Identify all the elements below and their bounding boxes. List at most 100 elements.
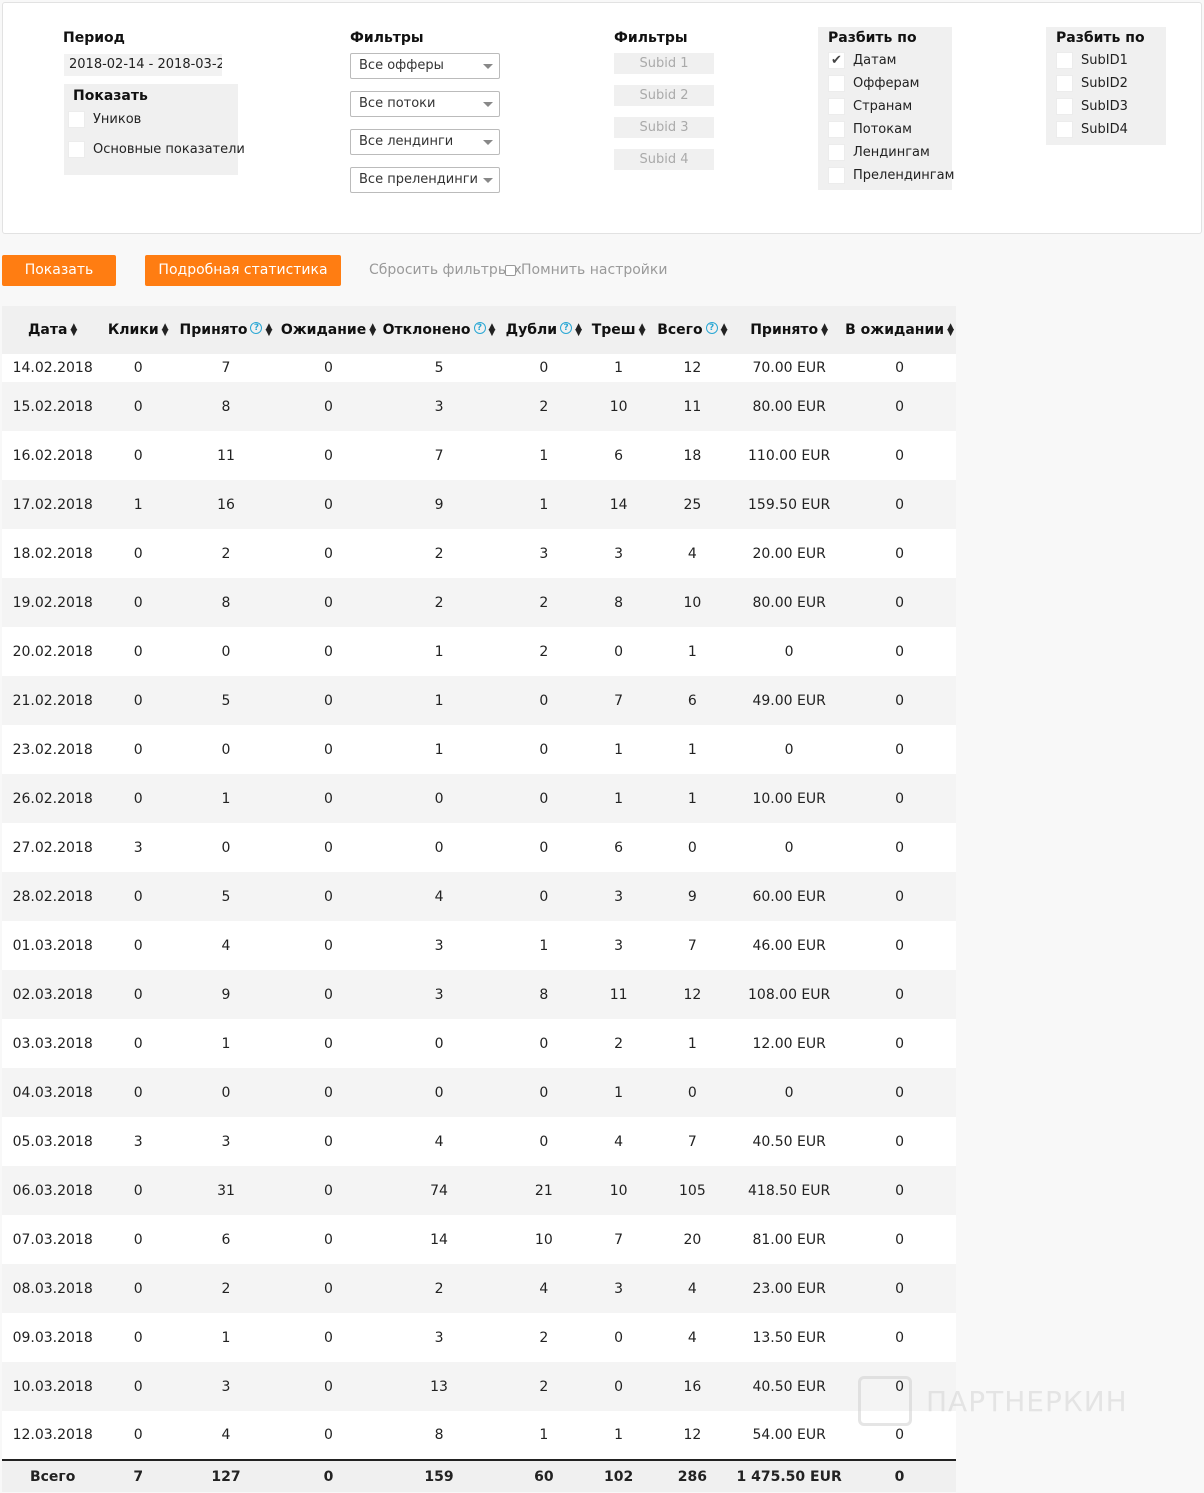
checkbox[interactable] [828, 98, 845, 115]
table-cell[interactable]: 0 [279, 1264, 378, 1313]
table-cell[interactable]: 1 [500, 480, 588, 529]
help-icon[interactable]: ? [250, 322, 263, 334]
header-rejected[interactable]: Отклонено? ▲ ▼ [378, 306, 500, 354]
table-cell[interactable]: 5 [173, 676, 279, 725]
header-trash[interactable]: Треш ▲ ▼ [587, 306, 650, 354]
table-cell[interactable]: 3 [500, 529, 588, 578]
table-cell[interactable]: 0 [279, 1166, 378, 1215]
table-cell[interactable]: 0 [500, 1019, 588, 1068]
split-by-subid1-option[interactable]: SubID1 [1056, 52, 1128, 69]
sort-icon[interactable]: ▲ ▼ [162, 323, 169, 338]
table-cell[interactable]: 0 [500, 774, 588, 823]
sort-icon[interactable]: ▲ ▼ [70, 323, 77, 338]
table-cell[interactable]: 0 [500, 725, 588, 774]
period-input[interactable]: 2018-02-14 - 2018-03-2 [64, 54, 222, 76]
checkbox[interactable] [828, 121, 845, 138]
help-icon[interactable]: ? [560, 322, 573, 334]
table-cell[interactable]: 1 [588, 1411, 650, 1460]
table-cell[interactable]: 1 [173, 1019, 279, 1068]
table-cell[interactable]: 9 [378, 480, 500, 529]
table-cell[interactable]: 7 [650, 921, 736, 970]
table-cell[interactable]: 0 [279, 354, 378, 382]
table-cell[interactable]: 0 [279, 921, 378, 970]
subid2-input[interactable]: Subid 2 [614, 85, 714, 106]
table-cell[interactable]: 0 [279, 774, 378, 823]
table-cell[interactable]: 7 [378, 431, 500, 480]
table-cell[interactable]: 1 [650, 1019, 736, 1068]
table-cell[interactable]: 105 [650, 1166, 736, 1215]
table-cell[interactable]: 1 [500, 431, 588, 480]
show-main-metrics-option[interactable]: Основные показатели [68, 141, 245, 158]
split-by-offers-option[interactable]: Офферам [828, 75, 920, 92]
table-cell[interactable]: 0 [500, 1117, 588, 1166]
table-cell[interactable]: 0 [279, 382, 378, 431]
table-cell[interactable]: 0 [279, 1362, 378, 1411]
table-cell[interactable]: 4 [173, 921, 279, 970]
table-cell[interactable]: 4 [500, 1264, 588, 1313]
table-cell[interactable]: 3 [588, 921, 650, 970]
table-cell[interactable]: 8 [173, 578, 279, 627]
table-cell[interactable]: 3 [378, 921, 500, 970]
table-cell[interactable]: 3 [378, 1313, 500, 1362]
table-cell[interactable]: 0 [173, 823, 279, 872]
prelandings-select[interactable]: Все прелендинги [350, 167, 500, 193]
header-date[interactable]: Дата ▲ ▼ [2, 306, 104, 354]
table-cell[interactable]: 1 [173, 1313, 279, 1362]
table-cell[interactable]: 0 [588, 1313, 650, 1362]
table-cell[interactable]: 1 [378, 725, 500, 774]
split-by-streams-option[interactable]: Потокам [828, 121, 912, 138]
table-cell[interactable]: 0 [279, 529, 378, 578]
table-cell[interactable]: 6 [588, 431, 650, 480]
table-cell[interactable]: 2 [378, 1264, 500, 1313]
table-cell[interactable]: 3 [588, 1264, 650, 1313]
table-cell[interactable]: 0 [279, 1411, 378, 1460]
table-cell[interactable]: 10 [650, 578, 736, 627]
table-cell[interactable]: 0 [279, 1068, 378, 1117]
table-cell[interactable]: 2 [588, 1019, 650, 1068]
streams-select[interactable]: Все потоки [350, 91, 500, 117]
landings-select[interactable]: Все лендинги [350, 129, 500, 155]
remember-settings-option[interactable]: Помнить настройки [505, 262, 667, 278]
table-cell[interactable]: 1 [500, 921, 588, 970]
table-cell[interactable]: 7 [173, 354, 279, 382]
table-cell[interactable]: 0 [279, 1313, 378, 1362]
checkmark-icon[interactable]: ✔ [828, 52, 845, 69]
table-cell[interactable]: 9 [173, 970, 279, 1019]
table-cell[interactable]: 10 [500, 1215, 588, 1264]
checkbox[interactable] [1056, 98, 1073, 115]
table-cell[interactable]: 0 [279, 970, 378, 1019]
table-cell[interactable]: 0 [650, 823, 736, 872]
table-cell[interactable]: 6 [650, 676, 736, 725]
checkbox[interactable] [505, 264, 516, 276]
table-cell[interactable]: 31 [173, 1166, 279, 1215]
table-cell[interactable]: 0 [500, 1068, 588, 1117]
split-by-landings-option[interactable]: Лендингам [828, 144, 930, 161]
table-cell[interactable]: 0 [279, 823, 378, 872]
table-cell[interactable]: 0 [378, 774, 500, 823]
table-cell[interactable]: 3 [378, 970, 500, 1019]
table-cell[interactable]: 5 [173, 872, 279, 921]
checkbox[interactable] [1056, 52, 1073, 69]
table-cell[interactable]: 8 [173, 382, 279, 431]
table-cell[interactable]: 14 [588, 480, 650, 529]
table-cell[interactable]: 1 [588, 774, 650, 823]
table-cell[interactable]: 0 [588, 1362, 650, 1411]
table-cell[interactable]: 1 [650, 627, 736, 676]
sort-icon[interactable]: ▲ ▼ [265, 323, 272, 338]
table-cell[interactable]: 8 [500, 970, 588, 1019]
help-icon[interactable]: ? [705, 322, 718, 334]
table-cell[interactable]: 2 [173, 1264, 279, 1313]
help-icon[interactable]: ? [473, 322, 486, 334]
table-cell[interactable]: 3 [173, 1362, 279, 1411]
table-cell[interactable]: 1 [378, 627, 500, 676]
table-cell[interactable]: 1 [588, 354, 650, 382]
table-cell[interactable]: 1 [650, 774, 736, 823]
split-by-dates-option[interactable]: ✔ Датам [828, 52, 896, 69]
table-cell[interactable]: 16 [173, 480, 279, 529]
table-cell[interactable]: 1 [173, 774, 279, 823]
table-cell[interactable]: 0 [173, 725, 279, 774]
table-cell[interactable]: 2 [500, 382, 588, 431]
show-button[interactable]: Показать [2, 255, 116, 286]
table-cell[interactable]: 0 [279, 872, 378, 921]
table-cell[interactable]: 13 [378, 1362, 500, 1411]
